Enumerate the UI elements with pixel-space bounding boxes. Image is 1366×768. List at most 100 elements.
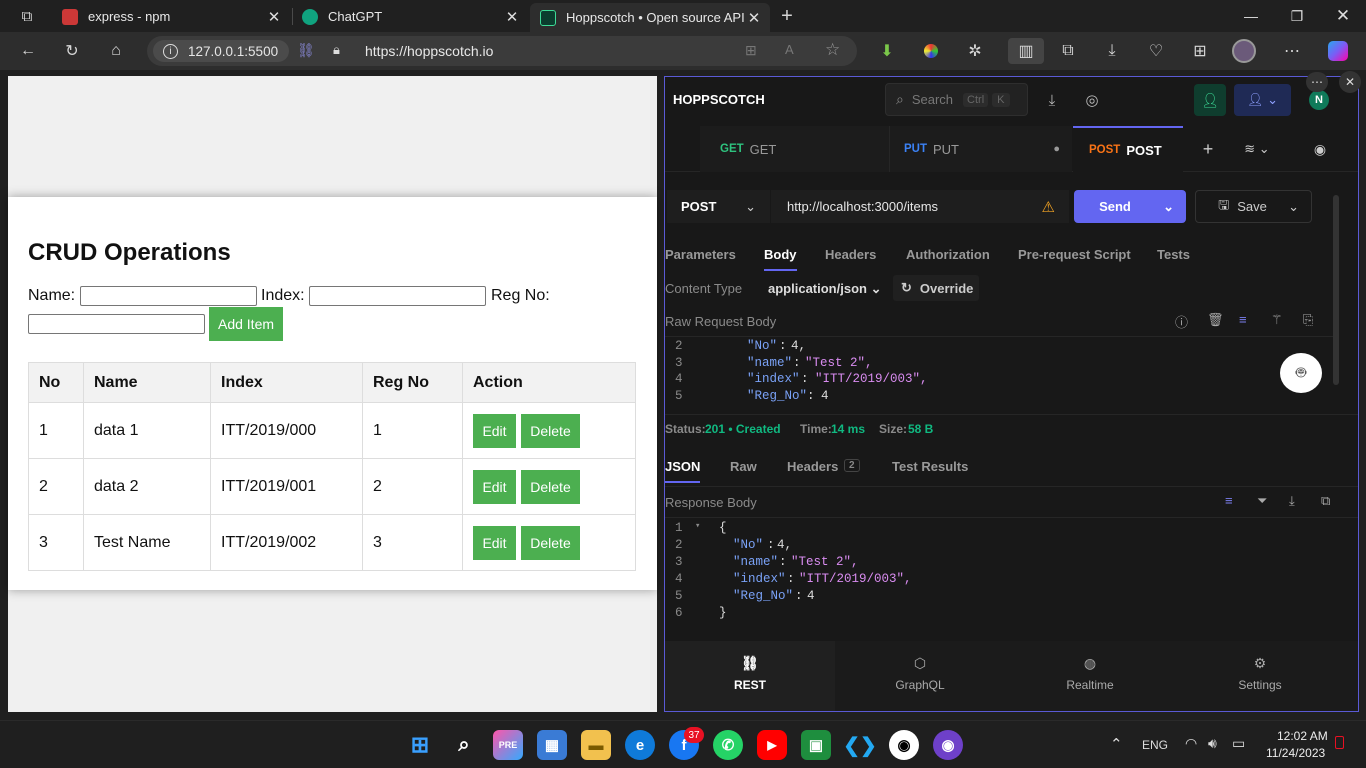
local-address-pill[interactable]: i 127.0.0.1:5500 bbox=[153, 40, 289, 62]
tab-json[interactable]: JSON bbox=[665, 459, 701, 483]
github-desktop-icon[interactable]: ◉ bbox=[933, 730, 963, 760]
volume-icon[interactable]: 🔊︎ bbox=[1208, 735, 1217, 752]
app-available-icon[interactable]: ⊞ bbox=[745, 42, 757, 59]
vscode-icon[interactable]: ❮❯ bbox=[843, 730, 877, 760]
override-button[interactable]: ↻ Override bbox=[893, 275, 979, 301]
layers-icon[interactable]: ≋ ⌄ bbox=[1237, 138, 1277, 160]
request-tab-post[interactable]: POST POST bbox=[1073, 126, 1183, 172]
read-aloud-icon[interactable]: A bbox=[785, 42, 794, 57]
add-item-button[interactable]: Add Item bbox=[209, 307, 283, 341]
restore-icon[interactable]: ❐ bbox=[1274, 0, 1320, 32]
index-input[interactable] bbox=[309, 286, 486, 306]
more-icon[interactable]: ⋯ bbox=[1279, 38, 1305, 64]
magic-wand-icon[interactable]: ⚚ bbox=[1271, 312, 1283, 328]
tab-chatgpt[interactable]: ChatGPT ✕ bbox=[292, 3, 528, 30]
minimize-icon[interactable]: — bbox=[1228, 0, 1274, 32]
close-split-icon[interactable]: ✕ bbox=[1339, 71, 1361, 93]
tab-hoppscotch[interactable]: Hoppscotch • Open source API d ✕ bbox=[530, 3, 770, 32]
edge-icon[interactable]: e bbox=[625, 730, 655, 760]
tab-authorization[interactable]: Authorization bbox=[906, 247, 990, 262]
battery-icon[interactable]: ▭ bbox=[1232, 735, 1245, 752]
response-body-viewer[interactable]: 1 ▾{ 2 "No":4, 3 "name": "Test 2", 4 "index":… bbox=[665, 521, 1358, 631]
send-button[interactable]: Send ⌄ bbox=[1074, 190, 1186, 223]
github-icon[interactable]: ◉ bbox=[889, 730, 919, 760]
eye-icon[interactable]: ◉ bbox=[1309, 138, 1331, 160]
downloads-icon[interactable]: ⤓ bbox=[1099, 38, 1125, 64]
tab-express-npm[interactable]: express - npm ✕ bbox=[52, 3, 290, 30]
copy-icon[interactable]: ⧉ bbox=[1321, 493, 1330, 509]
filter-icon[interactable]: ⏷ bbox=[1257, 493, 1267, 509]
file-explorer-icon[interactable]: ▬ bbox=[581, 730, 611, 760]
profile-avatar[interactable] bbox=[1231, 38, 1257, 64]
split-more-icon[interactable]: ⋯ bbox=[1306, 72, 1328, 92]
download-ext-icon[interactable]: ⬇ bbox=[874, 38, 900, 64]
clock-time[interactable]: 12:02 AM bbox=[1277, 729, 1328, 743]
language-indicator[interactable]: ENG bbox=[1142, 738, 1168, 752]
request-body-editor[interactable]: 2 "No" 4,: 3 "name": "Test 2", 4 "index": "ITT… bbox=[665, 339, 1335, 403]
vertical-scrollbar[interactable] bbox=[1333, 195, 1339, 385]
back-icon[interactable]: ← bbox=[15, 38, 41, 64]
tab-response-headers[interactable]: Headers bbox=[787, 459, 838, 474]
nav-graphql[interactable]: ⬡ GraphQL bbox=[835, 641, 1005, 711]
collections-icon[interactable]: ⧉ bbox=[1055, 38, 1081, 64]
support-icon[interactable]: ◎ bbox=[1081, 89, 1103, 111]
chevron-up-icon[interactable]: ⌃ bbox=[1110, 735, 1123, 753]
trash-icon[interactable]: 🗑︎ bbox=[1207, 312, 1224, 328]
invite-button[interactable]: 👤︎ bbox=[1194, 84, 1226, 116]
tab-parameters[interactable]: Parameters bbox=[665, 247, 736, 262]
split-screen-icon[interactable]: ▥ bbox=[1008, 38, 1044, 64]
delete-button[interactable]: Delete bbox=[521, 469, 580, 504]
wrap-lines-icon[interactable]: ≡ bbox=[1239, 312, 1247, 327]
edit-button[interactable]: Edit bbox=[473, 469, 516, 504]
add-tab-icon[interactable]: + bbox=[1197, 138, 1219, 160]
request-tab-put[interactable]: PUT PUT ● bbox=[890, 126, 1072, 172]
start-icon[interactable]: ⊞ bbox=[405, 730, 435, 760]
close-tab-icon[interactable]: ✕ bbox=[746, 9, 762, 27]
regno-input[interactable] bbox=[28, 314, 205, 334]
widgets-icon[interactable]: ▦ bbox=[537, 730, 567, 760]
search-icon[interactable]: ⌕ bbox=[449, 730, 479, 760]
clock-date[interactable]: 11/24/2023 bbox=[1266, 746, 1325, 760]
favorite-icon[interactable]: ☆ bbox=[825, 40, 840, 60]
download-icon[interactable]: ⤓ bbox=[1041, 89, 1063, 111]
edit-button[interactable]: Edit bbox=[473, 525, 516, 560]
youtube-icon[interactable]: ▶ bbox=[757, 730, 787, 760]
copilot-pre-icon[interactable]: PRE bbox=[493, 730, 523, 760]
request-tab-get[interactable]: GET GET bbox=[700, 126, 890, 172]
help-icon[interactable]: ⓘ bbox=[1175, 312, 1188, 331]
copilot-icon[interactable] bbox=[1325, 38, 1351, 64]
edit-button[interactable]: Edit bbox=[473, 413, 516, 448]
delete-button[interactable]: Delete bbox=[521, 413, 580, 448]
wifi-icon[interactable]: ◠ bbox=[1185, 735, 1197, 752]
performance-icon[interactable]: ♡ bbox=[1143, 38, 1169, 64]
notification-icon[interactable] bbox=[1335, 736, 1344, 749]
tab-test-results[interactable]: Test Results bbox=[892, 459, 968, 474]
workspace-button[interactable]: 👤︎ ⌄ bbox=[1234, 84, 1291, 116]
whatsapp-icon[interactable]: ✆ bbox=[713, 730, 743, 760]
close-tab-icon[interactable]: ✕ bbox=[266, 8, 282, 26]
delete-button[interactable]: Delete bbox=[521, 525, 580, 560]
download-icon[interactable]: ⤓ bbox=[1289, 493, 1295, 509]
close-tab-icon[interactable]: ✕ bbox=[504, 8, 520, 26]
tab-body[interactable]: Body bbox=[764, 247, 797, 271]
url-input[interactable]: http://localhost:3000/items ⚠ bbox=[771, 190, 1069, 223]
close-window-icon[interactable]: ✕ bbox=[1320, 0, 1366, 32]
nav-settings[interactable]: ⚙ Settings bbox=[1175, 641, 1345, 711]
classroom-icon[interactable]: ▣ bbox=[801, 730, 831, 760]
ai-assistant-icon[interactable]: 🤖︎ bbox=[1280, 353, 1322, 393]
nav-rest[interactable]: ⛓ REST bbox=[665, 641, 835, 711]
tab-pre-request-script[interactable]: Pre-request Script bbox=[1018, 247, 1131, 262]
nav-realtime[interactable]: ◍ Realtime bbox=[1005, 641, 1175, 711]
content-type-select[interactable]: application/json ⌄ bbox=[768, 281, 881, 297]
import-file-icon[interactable]: ⎘ bbox=[1303, 312, 1313, 328]
tab-headers[interactable]: Headers bbox=[825, 247, 876, 262]
home-icon[interactable]: ⌂ bbox=[103, 38, 129, 64]
search-box[interactable]: ⌕ Search Ctrl K bbox=[885, 83, 1028, 116]
wrap-lines-icon[interactable]: ≡ bbox=[1225, 493, 1233, 508]
refresh-icon[interactable]: ↻ bbox=[59, 38, 85, 64]
method-select[interactable]: POST ⌄ bbox=[667, 190, 770, 223]
tab-raw[interactable]: Raw bbox=[730, 459, 757, 474]
avatar[interactable]: N bbox=[1309, 90, 1329, 110]
color-ext-icon[interactable] bbox=[918, 38, 944, 64]
new-tab-icon[interactable]: + bbox=[774, 3, 800, 29]
